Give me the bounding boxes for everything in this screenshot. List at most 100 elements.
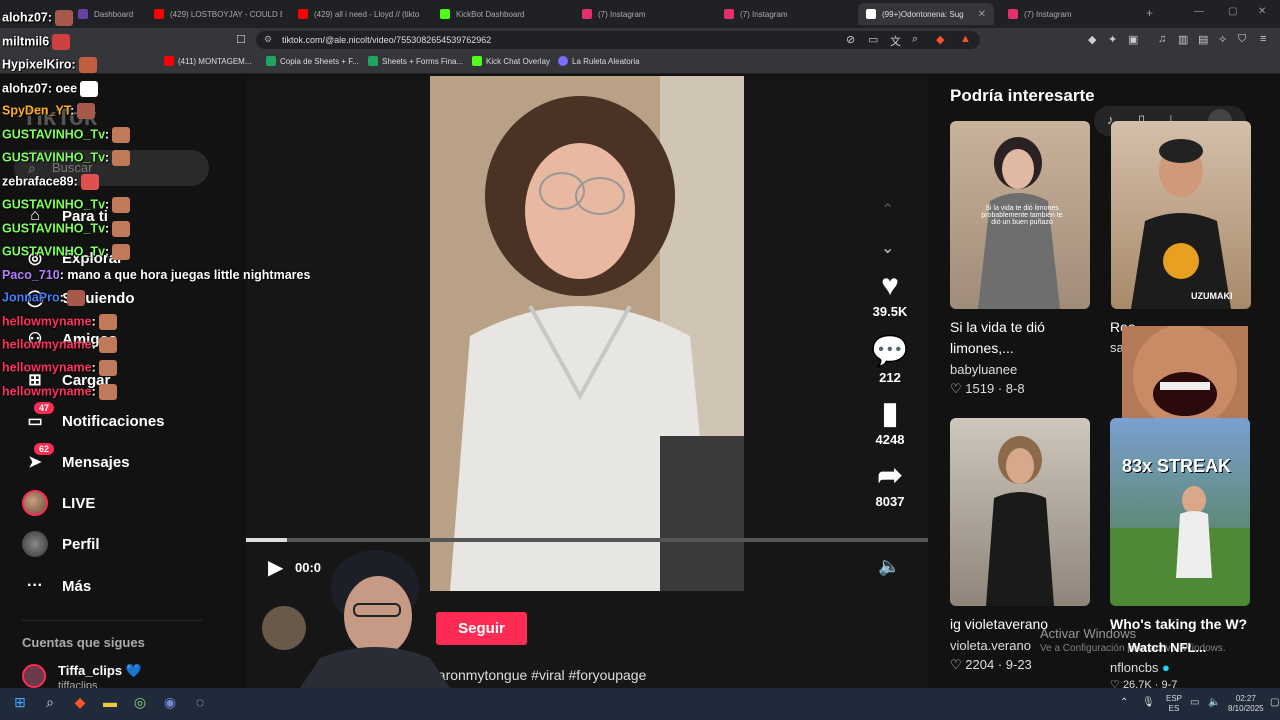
volume-icon[interactable]: 🔈 [878,556,900,577]
notification-icon[interactable]: ▢ [1270,697,1279,708]
chat-username: GUSTAVINHO_Tv [2,197,106,212]
chat-message: JonnaPro: [2,290,85,306]
sidebar-item-perfil[interactable]: Perfil [22,528,100,560]
close-tab-icon[interactable]: ✕ [978,9,986,20]
sidebar-toggle-icon[interactable]: ▥ [1178,33,1188,46]
windows-start-icon[interactable]: ⊞ [10,694,30,714]
language-indicator[interactable]: ESP ES [1166,694,1182,714]
extension-icon[interactable]: ◆ [1088,33,1096,46]
previous-video-icon[interactable]: ⌃ [881,200,894,220]
recommended-thumbnail[interactable]: UZUMAKI [1111,121,1251,309]
wallet-icon[interactable]: ▤ [1198,33,1208,46]
browser-tab[interactable]: (7) Instagram [1000,3,1136,25]
bookmark-item[interactable]: (411) MONTAGEM... [164,56,252,66]
browser-tab[interactable]: Dashboard [70,3,140,25]
message-badge: 62 [34,443,55,455]
browser-tab[interactable]: (7) Instagram [574,3,710,25]
bookmark-item[interactable]: La Ruleta Aleatoria [558,56,640,66]
minimize-icon[interactable]: — [1194,6,1204,17]
recommended-thumbnail[interactable]: Si la vida te dió limones probablemente … [950,121,1090,309]
screenshot-icon[interactable]: ▣ [1128,33,1138,46]
brave-shield-icon[interactable]: ◆ [936,33,944,46]
recommended-thumbnail[interactable] [950,418,1090,606]
card-user[interactable]: babyluanee [950,362,1017,377]
emote-icon [98,314,117,330]
video-frame[interactable] [430,76,744,591]
maximize-icon[interactable]: ▢ [1228,6,1237,17]
bookmark-item[interactable]: Kick Chat Overlay [472,56,550,66]
close-window-icon[interactable]: ✕ [1258,6,1266,17]
music-icon[interactable]: ♫ [1158,33,1166,45]
vpn-shield-icon[interactable]: ⛉ [1238,33,1246,46]
video-off-icon[interactable]: ⊘ [846,33,855,46]
clock[interactable]: 02:27 8/10/2025 [1228,694,1264,714]
chevron-up-icon[interactable]: ⌃ [1120,697,1128,708]
video-content [430,76,744,591]
network-icon[interactable]: ▭ [1190,697,1199,708]
play-icon[interactable]: ▶ [268,555,283,580]
browser-tab[interactable]: (429) LOSTBOYJAY - COULD B! [146,3,282,25]
bookmark-action[interactable]: ▮ 4248 [860,396,920,447]
comment-action[interactable]: 💬 212 [860,334,920,385]
emote-icon [52,34,71,50]
zoom-icon[interactable]: ⌕ [912,33,918,46]
discord-icon[interactable]: ◉ [160,694,180,714]
card-title[interactable]: ig violetaverano [950,614,1048,635]
card-user[interactable]: violeta.verano [950,638,1031,653]
sidebar-item-mensajes[interactable]: ➤ 62 Mensajes [22,443,130,478]
site-info-icon[interactable]: ⚙ [264,34,272,45]
emote-icon [112,127,131,143]
chat-username: GUSTAVINHO_Tv [2,221,106,236]
chat-text: : [47,10,53,25]
card-title[interactable]: Si la vida te dió limones,... [950,317,1090,359]
heart-outline-icon: ♡ [950,381,962,396]
emote-icon [112,150,131,166]
menu-icon[interactable]: ≡ [1260,33,1266,45]
new-tab-icon[interactable]: + [1146,6,1153,20]
search-icon[interactable]: ⌕ [40,694,60,714]
activate-windows-title: Activar Windows [1040,626,1137,641]
next-video-icon[interactable]: ⌄ [881,238,894,258]
share-action[interactable]: ➦ 8037 [860,458,920,509]
browser-tab[interactable]: (7) Instagram [716,3,852,25]
chat-text: : mano a que hora juegas little nightmar… [59,268,311,282]
bookmark-item[interactable]: Copia de Sheets + F... [266,56,359,66]
following-avatar[interactable] [22,664,46,688]
sidebar-item-live[interactable]: LIVE [22,487,95,519]
obs-icon[interactable]: ◌ [190,694,210,714]
app-icon[interactable]: ◎ [130,694,150,714]
chat-text: : oee [47,81,78,96]
following-name[interactable]: Tiffa_clips 💙 [58,663,142,679]
thumbnail-image [1110,486,1250,606]
bookmark-item[interactable]: Sheets + Forms Fina... [368,56,463,66]
bookmark-star-icon[interactable]: ☐ [236,33,246,46]
chat-text: : [105,197,110,212]
chat-username: miltmil6 [2,34,50,49]
browser-tab[interactable]: (429) all i need - Lloyd // (tikto [290,3,426,25]
browser-tab[interactable]: KickBot Dashboard [432,3,568,25]
avatar [22,531,48,557]
bookmark-count: 4248 [875,432,905,447]
cast-icon[interactable]: ▭ [868,33,878,46]
leo-icon[interactable]: ✧ [1218,33,1227,46]
folder-icon[interactable]: ▬ [100,694,120,714]
chat-username: SpyDen_YT [2,103,71,118]
notification-badge: 47 [34,402,55,414]
sidebar-item-mas[interactable]: ··· Más [22,570,91,602]
more-icon: ··· [27,577,43,594]
sheets-icon [368,56,378,66]
chat-username: GUSTAVINHO_Tv [2,150,106,165]
translate-icon[interactable]: 文 [890,33,901,49]
brave-icon[interactable]: ◆ [70,694,90,714]
brave-rewards-icon[interactable]: ▲ [960,33,971,45]
recommended-thumbnail[interactable]: 83x STREAK [1110,418,1250,606]
browser-tab-active[interactable]: (99+)Odontonena: Sugar ✕ [858,3,994,25]
send-icon: ➤ 62 [22,443,55,475]
card-user[interactable]: nfloncbs ● [1110,660,1170,675]
verified-icon: ● [1162,660,1170,675]
volume-icon[interactable]: 🔈 [1208,697,1220,708]
microphone-icon[interactable]: 🎙 [1142,697,1155,708]
puzzle-icon[interactable]: ✦ [1108,33,1117,46]
like-action[interactable]: ♥ 39.5K [860,268,920,319]
sidebar-item-notificaciones[interactable]: ▭ 47 Notificaciones [22,402,165,437]
